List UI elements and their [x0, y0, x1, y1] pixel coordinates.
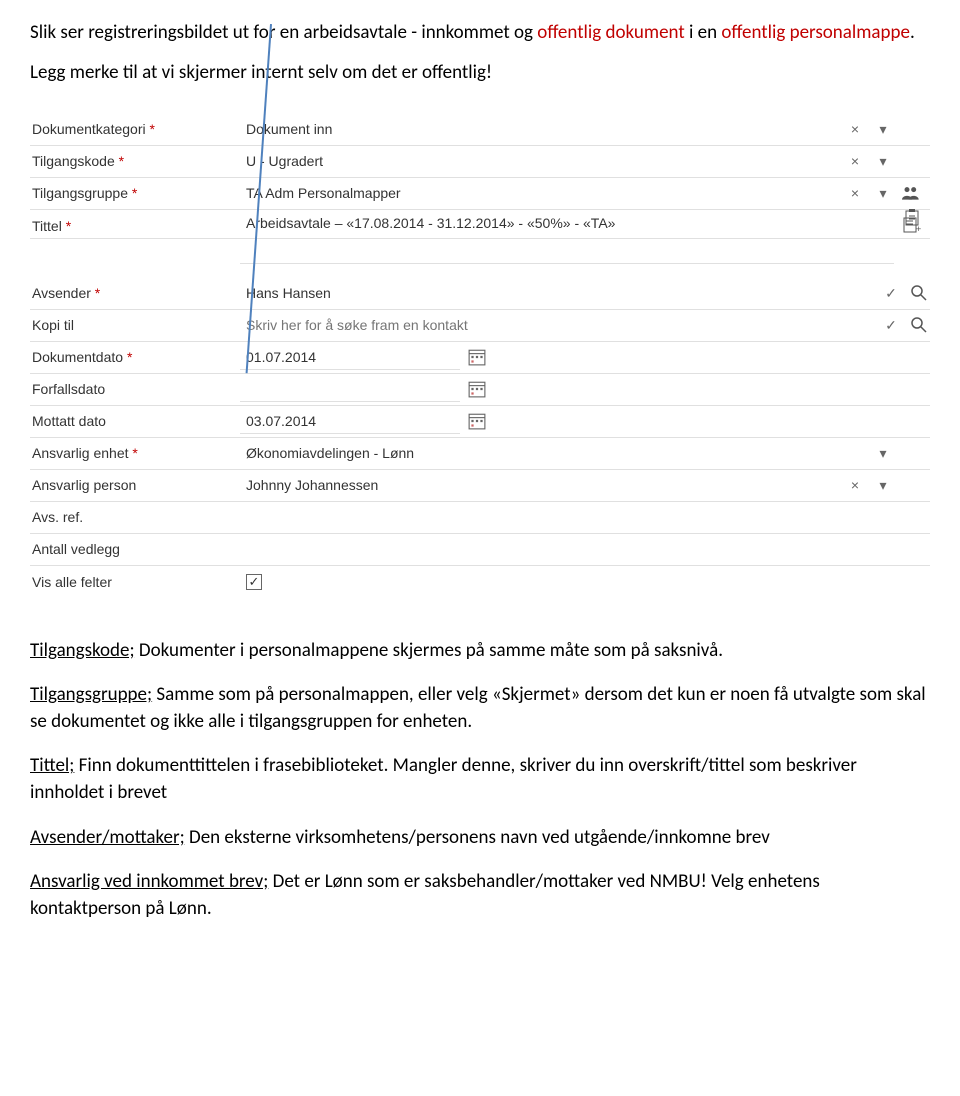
label-tilgangskode: Tilgangskode *: [30, 149, 240, 173]
descriptions: Tilgangskode; Dokumenter i personalmappe…: [30, 638, 930, 923]
input-ansvarlig-person[interactable]: [240, 473, 838, 498]
label-ansvarlig-person: Ansvarlig person: [30, 473, 240, 497]
row-antall-vedlegg: Antall vedlegg: [30, 534, 930, 566]
clear-icon[interactable]: ×: [844, 118, 866, 140]
registration-form: Dokumentkategori * × ▾ Tilgangskode * × …: [30, 104, 930, 598]
search-icon[interactable]: [908, 282, 930, 304]
label-tittel: Tittel *: [30, 210, 240, 238]
people-icon[interactable]: [894, 186, 930, 200]
chevron-down-icon[interactable]: ▾: [872, 150, 894, 172]
row-avs-ref: Avs. ref.: [30, 502, 930, 534]
label-dokumentdato: Dokumentdato *: [30, 345, 240, 369]
chevron-down-icon[interactable]: ▾: [872, 118, 894, 140]
label-kopi-til: Kopi til: [30, 313, 240, 337]
intro-paragraph: Slik ser registreringsbildet ut for en a…: [30, 20, 930, 47]
clear-icon[interactable]: ×: [844, 150, 866, 172]
intro-red-1: offentlig dokument: [537, 21, 684, 44]
label-avs-ref: Avs. ref.: [30, 505, 240, 529]
label-antall-vedlegg: Antall vedlegg: [30, 537, 240, 561]
row-ansvarlig-person: Ansvarlig person × ▾: [30, 470, 930, 502]
intro-text-2: i en: [685, 21, 722, 44]
calendar-icon[interactable]: [466, 346, 488, 368]
input-kopi-til[interactable]: [240, 313, 874, 338]
row-tilgangskode: Tilgangskode * × ▾: [30, 146, 930, 178]
label-tilgangsgruppe: Tilgangsgruppe *: [30, 181, 240, 205]
label-forfallsdato: Forfallsdato: [30, 377, 240, 401]
input-mottatt-dato[interactable]: [240, 409, 460, 434]
label-dokumentkategori: Dokumentkategori *: [30, 117, 240, 141]
input-tittel-2[interactable]: [240, 238, 894, 263]
clear-icon[interactable]: ×: [844, 474, 866, 496]
row-kopi-til: Kopi til ✓: [30, 310, 930, 342]
label-vis-alle: Vis alle felter: [30, 570, 240, 594]
row-ansvarlig-enhet: Ansvarlig enhet * ▾: [30, 438, 930, 470]
input-ansvarlig-enhet[interactable]: [240, 441, 866, 466]
row-tilgangsgruppe: Tilgangsgruppe * × ▾: [30, 178, 930, 210]
input-tilgangsgruppe[interactable]: [240, 181, 838, 206]
intro-red-2: offentlig personalmappe: [721, 21, 910, 44]
input-dokumentdato[interactable]: [240, 345, 460, 370]
chevron-down-icon[interactable]: ▾: [872, 182, 894, 204]
input-avs-ref[interactable]: [240, 505, 894, 530]
intro-paragraph-2: Legg merke til at vi skjermer internt se…: [30, 61, 930, 84]
intro-period: .: [910, 21, 915, 44]
desc-tilgangsgruppe: Tilgangsgruppe; Samme som på personalmap…: [30, 682, 930, 735]
row-forfallsdato: Forfallsdato: [30, 374, 930, 406]
row-dokumentdato: Dokumentdato *: [30, 342, 930, 374]
clipboard-icon[interactable]: [894, 209, 930, 227]
input-tilgangskode[interactable]: [240, 149, 838, 174]
calendar-icon[interactable]: [466, 378, 488, 400]
row-vis-alle-felter: Vis alle felter ✓: [30, 566, 930, 598]
input-antall-vedlegg[interactable]: [240, 537, 894, 562]
intro-text-1: Slik ser registreringsbildet ut for en a…: [30, 21, 537, 44]
desc-avsender-mottaker: Avsender/mottaker; Den eksterne virksomh…: [30, 825, 930, 852]
input-avsender[interactable]: [240, 281, 874, 306]
row-tittel: Tittel * +: [30, 210, 930, 264]
desc-ansvarlig: Ansvarlig ved innkommet brev; Det er Løn…: [30, 869, 930, 922]
row-avsender: Avsender * ✓: [30, 278, 930, 310]
row-dokumentkategori: Dokumentkategori * × ▾: [30, 114, 930, 146]
check-icon[interactable]: ✓: [880, 282, 902, 304]
label-mottatt-dato: Mottatt dato: [30, 409, 240, 433]
chevron-down-icon[interactable]: ▾: [872, 474, 894, 496]
label-avsender: Avsender *: [30, 281, 240, 305]
desc-tilgangskode: Tilgangskode; Dokumenter i personalmappe…: [30, 638, 930, 665]
input-forfallsdato[interactable]: [240, 377, 460, 402]
chevron-down-icon[interactable]: ▾: [872, 442, 894, 464]
search-icon[interactable]: [908, 314, 930, 336]
desc-tittel: Tittel; Finn dokumenttittelen i frasebib…: [30, 753, 930, 806]
check-icon[interactable]: ✓: [880, 314, 902, 336]
clear-icon[interactable]: ×: [844, 182, 866, 204]
label-ansvarlig-enhet: Ansvarlig enhet *: [30, 441, 240, 465]
checkbox-vis-alle[interactable]: ✓: [246, 574, 262, 590]
input-dokumentkategori[interactable]: [240, 117, 838, 142]
calendar-icon[interactable]: [466, 410, 488, 432]
row-mottatt-dato: Mottatt dato: [30, 406, 930, 438]
input-tittel[interactable]: [240, 211, 894, 236]
